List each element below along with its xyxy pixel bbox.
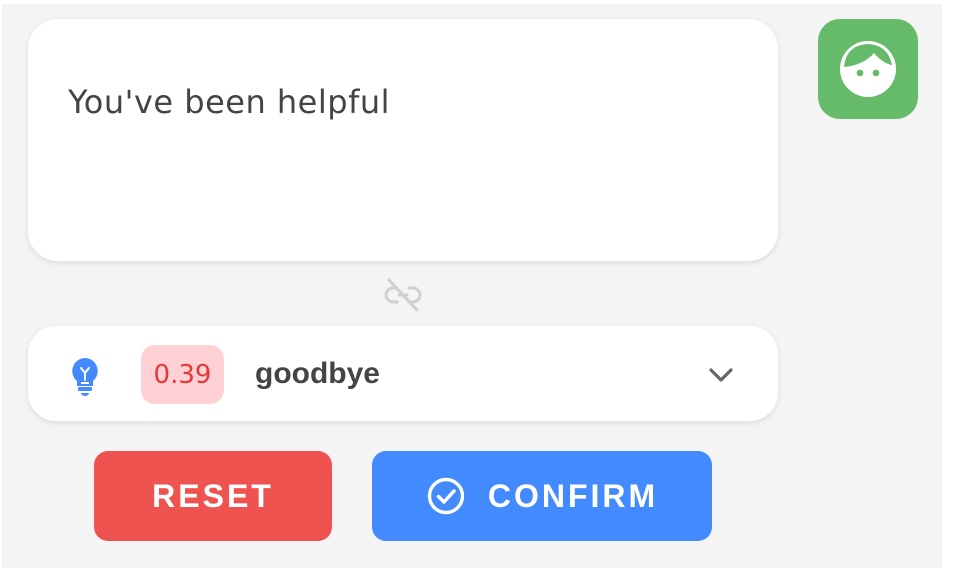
- confidence-score-badge: 0.39: [141, 345, 224, 404]
- reset-button[interactable]: RESET: [94, 451, 332, 541]
- message-text: You've been helpful: [68, 83, 390, 121]
- intent-name: goodbye: [255, 357, 380, 390]
- message-bubble: You've been helpful: [28, 19, 778, 261]
- unlink-icon[interactable]: [383, 276, 423, 316]
- user-avatar: [818, 19, 918, 119]
- reset-button-label: RESET: [152, 477, 274, 514]
- confirm-button-label: CONFIRM: [487, 477, 659, 514]
- lightbulb-icon: [72, 358, 98, 396]
- chevron-down-icon[interactable]: [704, 358, 738, 392]
- check-circle-icon: [427, 477, 465, 515]
- confirm-button[interactable]: CONFIRM: [372, 451, 712, 541]
- face-icon: [840, 41, 896, 97]
